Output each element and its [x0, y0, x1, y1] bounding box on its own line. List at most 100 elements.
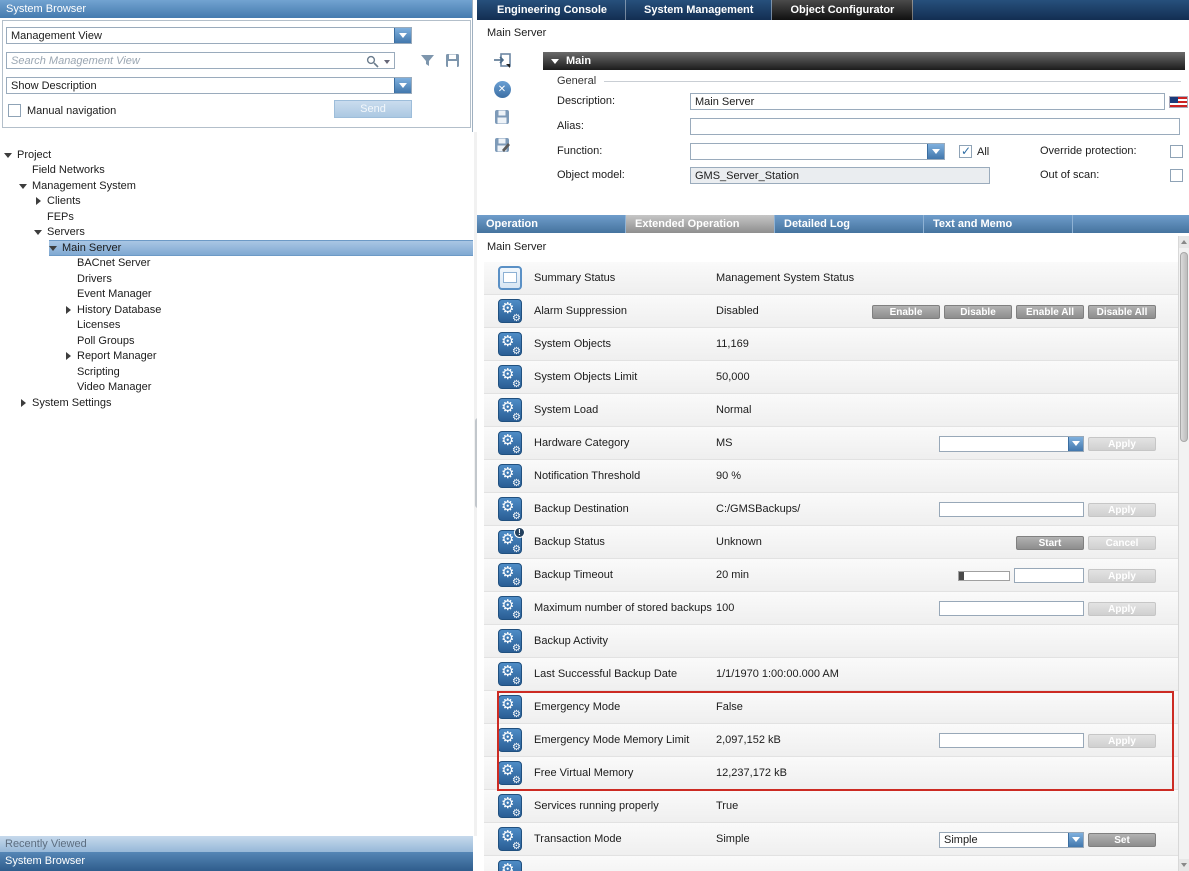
- value-input[interactable]: [939, 601, 1084, 616]
- scroll-down-icon[interactable]: [1179, 859, 1189, 871]
- property-value: False: [716, 691, 743, 724]
- chevron-down-icon[interactable]: [927, 144, 944, 159]
- collapse-icon[interactable]: [551, 59, 559, 64]
- view-selector[interactable]: Management View: [6, 27, 412, 44]
- expander-spacer: [64, 336, 74, 346]
- tree-item-report-manager[interactable]: Report Manager: [0, 349, 473, 365]
- tab-system-management[interactable]: System Management: [626, 0, 772, 20]
- chevron-down-icon[interactable]: [394, 78, 411, 93]
- enable-all-button[interactable]: Enable All: [1016, 305, 1084, 319]
- out-of-scan-checkbox[interactable]: [1170, 169, 1183, 182]
- tab-detailed-log[interactable]: Detailed Log: [775, 215, 924, 233]
- save-edit-icon[interactable]: [492, 135, 512, 155]
- chevron-down-icon[interactable]: [1068, 833, 1083, 847]
- search-input[interactable]: [6, 52, 395, 69]
- chevron-down-icon[interactable]: [1068, 437, 1083, 451]
- search-options-arrow-icon[interactable]: [382, 58, 392, 66]
- value-input[interactable]: [939, 733, 1084, 748]
- tree-item-project[interactable]: Project: [0, 147, 473, 163]
- expander-open-icon[interactable]: [4, 150, 14, 160]
- filter-icon[interactable]: [419, 52, 435, 68]
- value-dropdown[interactable]: [939, 436, 1084, 452]
- tab-object-configurator[interactable]: Object Configurator: [772, 0, 913, 20]
- slider-knob[interactable]: [959, 572, 964, 580]
- tree-item-event-manager[interactable]: Event Manager: [0, 287, 473, 303]
- gear-icon: ⚙⚙: [498, 497, 522, 521]
- override-protection-checkbox[interactable]: [1170, 145, 1183, 158]
- system-browser-bar[interactable]: System Browser: [0, 852, 473, 871]
- tree-item-drivers[interactable]: Drivers: [0, 271, 473, 287]
- apply-button[interactable]: Apply: [1088, 437, 1156, 451]
- cancel-icon[interactable]: ✕: [492, 79, 512, 99]
- tab-engineering-console[interactable]: Engineering Console: [479, 0, 626, 20]
- tree-item-feps[interactable]: FEPs: [0, 209, 473, 225]
- expander-closed-icon[interactable]: [34, 196, 44, 206]
- gear-icon: ⚙⚙: [498, 431, 522, 455]
- enable-button[interactable]: Enable: [872, 305, 940, 319]
- disable-button[interactable]: Disable: [944, 305, 1012, 319]
- save-filter-icon[interactable]: [444, 52, 460, 68]
- send-button[interactable]: Send: [334, 100, 412, 118]
- start-button[interactable]: Start: [1016, 536, 1084, 550]
- tree-item-field-networks[interactable]: Field Networks: [0, 163, 473, 179]
- apply-button[interactable]: Apply: [1088, 734, 1156, 748]
- work-area: Engineering ConsoleSystem ManagementObje…: [477, 0, 1189, 871]
- language-flag-icon[interactable]: [1169, 96, 1188, 108]
- chevron-down-icon[interactable]: [394, 28, 411, 43]
- open-object-icon[interactable]: [492, 50, 512, 70]
- disable-all-button[interactable]: Disable All: [1088, 305, 1156, 319]
- value-input[interactable]: [1014, 568, 1084, 583]
- description-field[interactable]: [690, 93, 1165, 110]
- property-name: System Objects Limit: [534, 361, 637, 394]
- expander-open-icon[interactable]: [49, 243, 59, 253]
- tab-operation[interactable]: Operation: [477, 215, 626, 233]
- tree-item-video-manager[interactable]: Video Manager: [0, 380, 473, 396]
- property-row-backup-destination: ⚙⚙Backup DestinationC:/GMSBackups/Apply: [484, 493, 1178, 526]
- expander-closed-icon[interactable]: [64, 351, 74, 361]
- rows-scrollbar[interactable]: [1178, 236, 1189, 871]
- tree-item-management-system[interactable]: Management System: [0, 178, 473, 194]
- gear-icon: ⚙⚙: [498, 695, 522, 719]
- function-dropdown[interactable]: [690, 143, 945, 160]
- tab-extended-operation[interactable]: Extended Operation: [626, 215, 775, 233]
- scroll-up-icon[interactable]: [1179, 236, 1189, 248]
- timeout-slider[interactable]: [958, 571, 1010, 581]
- description-selector[interactable]: Show Description: [6, 77, 412, 94]
- apply-button[interactable]: Apply: [1088, 569, 1156, 583]
- rows-scrollbar-thumb[interactable]: [1180, 252, 1188, 442]
- tree-item-system-settings[interactable]: System Settings: [0, 395, 473, 411]
- alias-field[interactable]: [690, 118, 1180, 135]
- gear-icon: ⚙⚙: [498, 728, 522, 752]
- tree-item-history-database[interactable]: History Database: [0, 302, 473, 318]
- tree-item-scripting[interactable]: Scripting: [0, 364, 473, 380]
- expander-closed-icon[interactable]: [64, 305, 74, 315]
- apply-button[interactable]: Apply: [1088, 503, 1156, 517]
- set-button[interactable]: Set: [1088, 833, 1156, 847]
- group-divider: [604, 81, 1181, 82]
- tree-item-main-server[interactable]: Main Server: [0, 240, 473, 256]
- tree-item-licenses[interactable]: Licenses: [0, 318, 473, 334]
- expander-open-icon[interactable]: [19, 181, 29, 191]
- tree-item-label: Poll Groups: [77, 335, 134, 347]
- expander-open-icon[interactable]: [34, 227, 44, 237]
- tree-item-bacnet-server[interactable]: BACnet Server: [0, 256, 473, 272]
- main-section-header[interactable]: Main: [543, 52, 1185, 70]
- save-icon[interactable]: [492, 107, 512, 127]
- search-icon[interactable]: [365, 54, 379, 68]
- value-dropdown[interactable]: Simple: [939, 832, 1084, 848]
- tree-item-servers[interactable]: Servers: [0, 225, 473, 241]
- tree-item-label: FEPs: [47, 211, 74, 223]
- tab-text-and-memo[interactable]: Text and Memo: [924, 215, 1073, 233]
- apply-button[interactable]: Apply: [1088, 602, 1156, 616]
- value-input[interactable]: [939, 502, 1084, 517]
- tree-item-clients[interactable]: Clients: [0, 194, 473, 210]
- recently-viewed-bar[interactable]: Recently Viewed: [0, 836, 473, 852]
- cancel-button[interactable]: Cancel: [1088, 536, 1156, 550]
- gear-icon: ⚙⚙: [498, 398, 522, 422]
- property-controls: Enable Disable Enable All Disable All: [872, 295, 1156, 328]
- manual-navigation-checkbox[interactable]: [8, 104, 21, 117]
- expander-closed-icon[interactable]: [19, 398, 29, 408]
- tree-item-poll-groups[interactable]: Poll Groups: [0, 333, 473, 349]
- all-checkbox[interactable]: [959, 145, 972, 158]
- object-model-field: [690, 167, 990, 184]
